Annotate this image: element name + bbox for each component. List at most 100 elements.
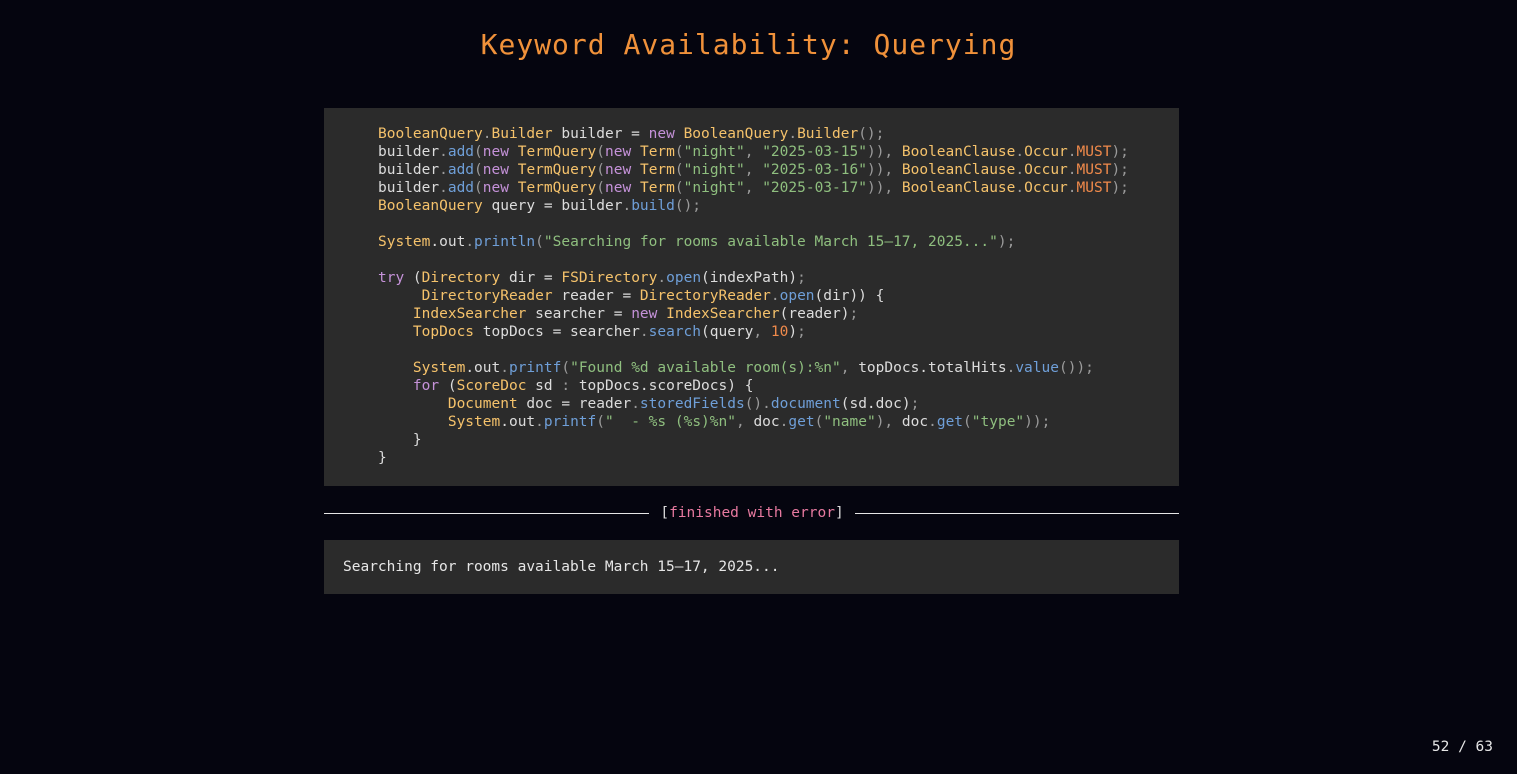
code-token: builder — [378, 144, 440, 160]
code-token: ( — [439, 378, 457, 394]
code-token: BooleanClause — [901, 144, 1016, 160]
code-token: ( — [674, 162, 684, 178]
code-token: . — [1015, 162, 1025, 178]
code-token: } — [378, 450, 387, 466]
code-token: Occur — [1024, 162, 1068, 178]
code-token: get — [788, 414, 815, 430]
code-token: FSDirectory — [561, 270, 658, 286]
code-token: new — [482, 144, 509, 160]
code-token: ( — [596, 162, 606, 178]
code-token: "Found %d available room(s):%n" — [570, 360, 841, 376]
code-token: builder — [378, 162, 440, 178]
code-token: TermQuery — [517, 180, 597, 196]
code-line: BooleanQuery query = builder.build(); — [378, 197, 1179, 215]
code-token: IndexSearcher — [666, 306, 780, 322]
code-token: "Searching for rooms available March 15–… — [543, 234, 998, 250]
code-token: ( — [963, 414, 972, 430]
code-token: search — [648, 324, 702, 340]
code-token: . — [770, 288, 780, 304]
code-token: System — [412, 360, 466, 376]
code-token: . — [439, 162, 448, 178]
code-token: ( — [474, 162, 483, 178]
code-token: : — [561, 378, 571, 394]
output-block: Searching for rooms available March 15–1… — [324, 540, 1179, 594]
code-token: "2025-03-16" — [762, 162, 867, 178]
code-token: println — [474, 234, 536, 250]
code-token: . — [1015, 180, 1025, 196]
code-token: BooleanQuery — [378, 126, 483, 142]
code-token: ( — [474, 180, 483, 196]
code-token: "night" — [683, 162, 745, 178]
code-token: ( — [814, 414, 824, 430]
code-token: storedFields — [639, 396, 745, 412]
code-token: new — [482, 162, 509, 178]
code-token: BooleanQuery — [683, 126, 789, 142]
code-token: ( — [404, 270, 422, 286]
code-token: try — [378, 270, 405, 286]
code-token: MUST — [1076, 162, 1112, 178]
code-token: ( — [596, 414, 606, 430]
code-line: } — [378, 449, 1179, 467]
code-token: BooleanQuery — [378, 198, 483, 214]
code-token: ); — [997, 234, 1016, 250]
slide-title: Keyword Availability: Querying — [480, 28, 1017, 61]
code-token: BooleanClause — [901, 180, 1016, 196]
code-token: Occur — [1024, 144, 1068, 160]
code-token: ScoreDoc — [456, 378, 527, 394]
page-counter: 52 / 63 — [1431, 739, 1493, 755]
code-line: try (Directory dir = FSDirectory.open(in… — [378, 269, 1179, 287]
code-token: ; — [797, 270, 806, 286]
code-token: TermQuery — [517, 144, 597, 160]
code-token: System — [447, 414, 501, 430]
code-listing: BooleanQuery.Builder builder = new Boole… — [378, 125, 1179, 467]
code-token: add — [447, 180, 475, 196]
execution-status-divider: [finished with error] — [324, 503, 1179, 523]
code-token: . — [439, 144, 448, 160]
code-token: Directory — [421, 270, 501, 286]
code-token: ()); — [1058, 360, 1094, 376]
code-line: System.out.printf("Found %d available ro… — [378, 359, 1179, 377]
code-token: topDocs = searcher — [474, 324, 640, 340]
code-token: ( — [674, 180, 684, 196]
code-token: System — [378, 234, 431, 250]
code-block: BooleanQuery.Builder builder = new Boole… — [324, 108, 1179, 486]
code-token: DirectoryReader — [639, 288, 771, 304]
code-line: DirectoryReader reader = DirectoryReader… — [378, 287, 1179, 305]
code-token: .out — [430, 234, 466, 250]
code-token: )), — [866, 162, 902, 178]
code-token: BooleanClause — [901, 162, 1016, 178]
divider-line-left — [324, 513, 649, 514]
code-token: MUST — [1076, 180, 1112, 196]
output-text: Searching for rooms available March 15–1… — [343, 559, 780, 575]
code-token: . — [788, 126, 798, 142]
code-token: )), — [866, 144, 902, 160]
code-token: new — [605, 144, 632, 160]
code-token: Occur — [1024, 180, 1068, 196]
code-token: searcher = — [526, 306, 632, 322]
code-token: . — [928, 414, 937, 430]
code-token: , — [753, 324, 771, 340]
code-token: . — [465, 234, 475, 250]
code-token: . — [1067, 162, 1077, 178]
code-token: TermQuery — [517, 162, 597, 178]
code-token: dir = — [500, 270, 562, 286]
code-token: new — [605, 180, 632, 196]
code-token: get — [936, 414, 964, 430]
code-token: "night" — [683, 144, 745, 160]
code-token: , — [744, 180, 763, 196]
execution-status: [finished with error] — [649, 503, 855, 523]
code-token: builder = — [552, 126, 649, 142]
code-token: . — [500, 360, 509, 376]
code-line: } — [378, 431, 1179, 449]
